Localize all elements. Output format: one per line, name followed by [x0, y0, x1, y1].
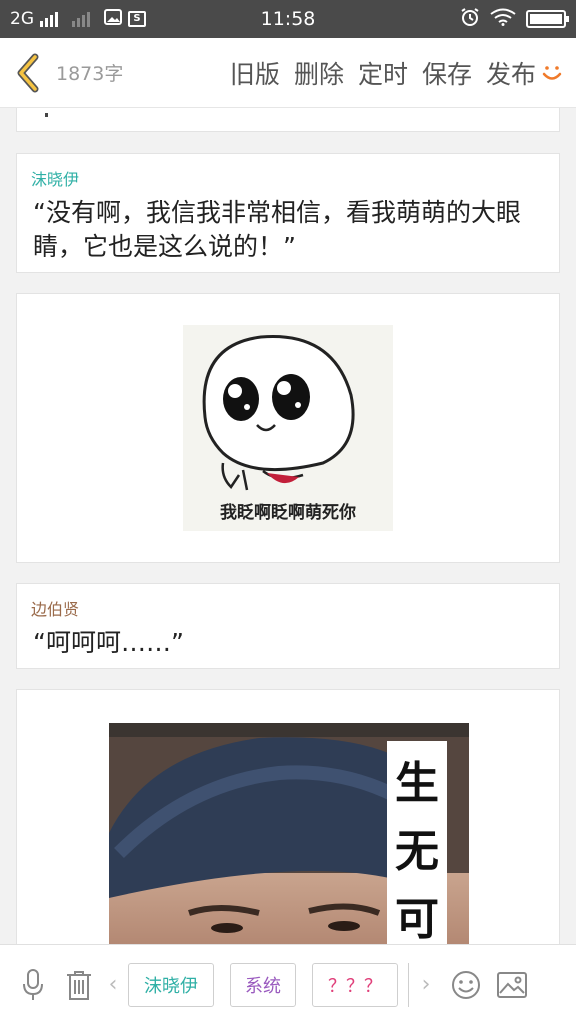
sticker-caption: 我眨啊眨啊萌死你	[220, 503, 356, 523]
image-notification-icon	[104, 8, 122, 30]
battery-icon	[526, 10, 569, 28]
image-icon	[497, 971, 527, 998]
emoji-button[interactable]	[443, 962, 489, 1008]
character-chip[interactable]: 沫晓伊	[128, 962, 214, 1007]
cartoon-face-icon	[202, 334, 355, 491]
bottom-toolbar: ‹ 沫晓伊 系统 ？？？ ›	[0, 944, 576, 1024]
editor-content[interactable]: 沫晓伊 “没有啊，我信我非常相信，看我萌萌的大眼睛，它也是这么说的！” 我眨啊眨…	[0, 108, 576, 944]
publish-button[interactable]: 发布	[486, 55, 564, 91]
signal-icon	[40, 11, 58, 27]
character-chip-label: ？？？	[328, 975, 382, 997]
dialogue-block[interactable]: 沫晓伊 “没有啊，我信我非常相信，看我萌萌的大眼睛，它也是这么说的！”	[16, 153, 560, 273]
photo-caption-char: 可	[395, 894, 439, 944]
status-bar: 2G S 11:58	[0, 0, 576, 38]
network-type: 2G	[10, 9, 34, 29]
trash-icon	[67, 970, 91, 1000]
speaker-name: 沫晓伊	[31, 170, 80, 189]
wifi-icon	[490, 8, 516, 31]
chevron-left-icon	[17, 53, 39, 92]
dialogue-text: “呵呵呵……”	[33, 628, 184, 657]
editor-toolbar: 1873字 旧版 删除 定时 保存 发布	[0, 38, 576, 108]
chevron-left-icon[interactable]: ‹	[102, 972, 124, 997]
old-version-button[interactable]: 旧版	[230, 55, 280, 91]
character-chip-label: 系统	[245, 975, 281, 997]
character-chip-label: 沫晓伊	[144, 975, 198, 997]
signal-icon-sim2	[72, 11, 90, 27]
character-chip[interactable]: ？？？	[312, 962, 398, 1007]
image-block[interactable]: 生 无 可	[16, 689, 560, 944]
word-count: 1873字	[56, 63, 124, 85]
emoji-icon	[452, 970, 480, 999]
app-notification-icon: S	[128, 11, 146, 27]
trash-button[interactable]	[56, 962, 102, 1008]
chevron-right-icon[interactable]: ›	[415, 972, 437, 997]
microphone-button[interactable]	[10, 962, 56, 1008]
character-chip[interactable]: 系统	[230, 962, 296, 1007]
image-button[interactable]	[489, 962, 535, 1008]
dialogue-text: “没有啊，我信我非常相信，看我萌萌的大眼睛，它也是这么说的！”	[33, 198, 521, 261]
photo-caption-char: 生	[395, 758, 439, 809]
speaker-name: 边伯贤	[31, 600, 80, 619]
photo-image: 生 无 可	[109, 723, 469, 944]
smile-icon	[542, 65, 562, 80]
schedule-button[interactable]: 定时	[358, 55, 408, 91]
delete-button[interactable]: 删除	[294, 55, 344, 91]
back-button[interactable]	[0, 38, 56, 108]
photo-caption: 生 无 可	[393, 753, 441, 944]
image-block[interactable]: 我眨啊眨啊萌死你	[16, 293, 560, 563]
chip-divider	[408, 962, 409, 1007]
dialogue-block[interactable]: 边伯贤 “呵呵呵……”	[16, 583, 560, 669]
content-block-partial[interactable]	[16, 108, 560, 132]
sticker-image: 我眨啊眨啊萌死你	[183, 325, 393, 531]
alarm-icon	[460, 7, 480, 32]
microphone-icon	[23, 968, 43, 1000]
publish-label: 发布	[485, 59, 536, 89]
save-button[interactable]: 保存	[422, 55, 472, 91]
photo-caption-char: 无	[395, 826, 439, 877]
